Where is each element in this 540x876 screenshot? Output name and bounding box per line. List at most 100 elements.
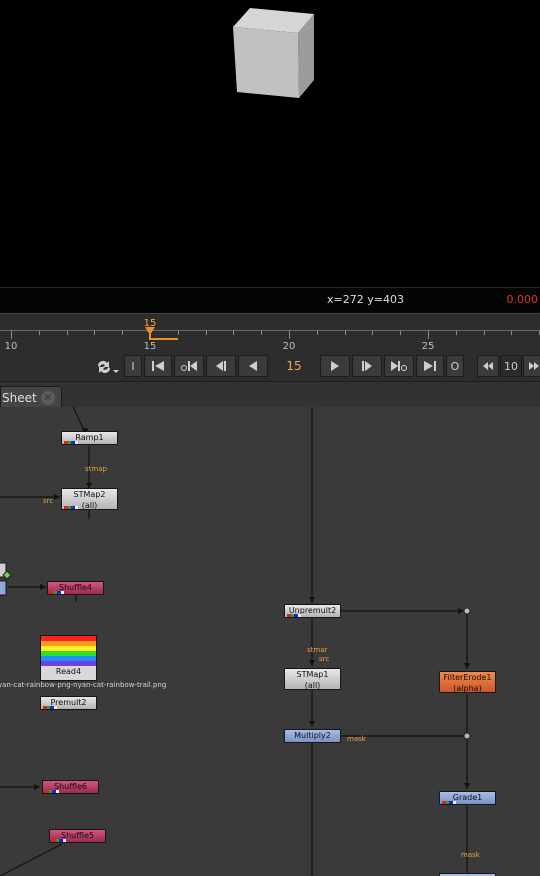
playback-mode-button[interactable] [94, 358, 120, 376]
timeline-tick [122, 330, 123, 335]
node-premult2[interactable]: Premult2 [40, 696, 97, 710]
timeline-ruler[interactable]: 10 15 20 25 15 [0, 313, 540, 353]
timeline-tick [261, 330, 262, 335]
timeline-tick [428, 330, 429, 339]
skip-to-start-icon [152, 361, 164, 371]
timeline-tick [67, 330, 68, 335]
next-frame-button[interactable] [352, 355, 382, 377]
pixel-value: 0.000 [506, 293, 539, 306]
node-stmap1[interactable]: STMap1 (all) [284, 668, 341, 690]
timeline-tick [400, 330, 401, 335]
node-multiply2[interactable]: Multiply2 [284, 729, 341, 743]
node-grade1[interactable]: Grade1 [439, 791, 496, 805]
timeline-tick [456, 330, 457, 335]
node-label: Multiply2 [294, 731, 331, 740]
step-back-increment-button[interactable] [477, 355, 499, 377]
node-sublabel: (all) [304, 681, 321, 690]
rendered-cube-image [233, 8, 314, 98]
pixel-coordinates: x=272 y=403 [327, 293, 404, 306]
node-sublabel: (alpha) [453, 684, 482, 693]
node-ramp1[interactable]: Ramp1 [61, 431, 118, 445]
previous-frame-button[interactable] [206, 355, 236, 377]
channel-indicator [442, 801, 456, 804]
wire-label-stmap: stmap [85, 465, 107, 473]
node-graph[interactable]: stmap src stmar src mask mask Ramp1 STMa… [0, 407, 540, 876]
skip-to-end-icon [424, 361, 436, 371]
node-stmap2[interactable]: STMap2 (all) [61, 488, 118, 510]
timeline-tick [289, 330, 290, 339]
last-frame-button[interactable] [416, 355, 444, 377]
channel-indicator [50, 591, 64, 594]
frame-increment-field[interactable]: 10 [500, 355, 522, 377]
viewer-canvas[interactable] [0, 0, 540, 287]
current-frame-field[interactable]: 15 [270, 355, 318, 377]
first-frame-button[interactable] [144, 355, 172, 377]
wire-label-stmap-2: stmar [307, 646, 328, 654]
timeline-tick [233, 330, 234, 335]
timeline-tick [345, 330, 346, 335]
set-out-point-button[interactable]: O [446, 355, 464, 377]
node-label: Ramp1 [75, 433, 104, 442]
tick-label-20: 20 [282, 341, 296, 352]
node-shuffle6[interactable]: Shuffle6 [42, 780, 99, 794]
node-label: Grade1 [452, 793, 483, 802]
node-unpremult2[interactable]: Unpremult2 [284, 604, 341, 618]
set-in-point-button[interactable]: I [124, 355, 142, 377]
wire-label-mask: mask [347, 735, 366, 743]
timeline-tick [317, 330, 318, 335]
step-forward-increment-button[interactable] [523, 355, 540, 377]
node-label: Read4 [55, 667, 82, 676]
tab-sheet[interactable]: Sheet × [0, 386, 62, 408]
previous-keyframe-button[interactable] [174, 355, 204, 377]
channel-indicator [45, 790, 59, 793]
transport-controls: I 15 O 10 [0, 353, 540, 381]
timeline-tick [94, 330, 95, 335]
close-icon[interactable]: × [41, 391, 55, 405]
wire-label-src: src [43, 497, 54, 505]
increment-value: 10 [504, 359, 518, 373]
channel-indicator [64, 506, 78, 509]
panel-tab-bar: Sheet × [0, 381, 540, 408]
timeline-tick [511, 330, 512, 335]
loop-icon [98, 361, 119, 373]
timeline-tick [372, 330, 373, 335]
play-reverse-icon [249, 361, 257, 371]
play-backward-button[interactable] [238, 355, 268, 377]
viewer-info-bar: x=272 y=403 0.000 [0, 287, 540, 313]
rainbow-thumbnail [41, 636, 96, 666]
channel-indicator [52, 839, 66, 842]
node-read4[interactable]: Read4 [40, 635, 97, 681]
step-forward-icon [362, 361, 372, 371]
timeline-tick [39, 330, 40, 335]
read4-filename: yan-cat-rainbow-png-nyan-cat-rainbow-tra… [0, 681, 167, 689]
tick-label-15: 15 [143, 341, 157, 352]
timeline-track [0, 330, 540, 331]
wire-label-src-2: src [319, 655, 330, 663]
next-keyframe-icon [391, 361, 407, 371]
out-label: O [450, 359, 460, 373]
wire-label-mask-2: mask [461, 851, 480, 859]
next-keyframe-button[interactable] [384, 355, 414, 377]
step-back-icon [216, 361, 226, 371]
previous-keyframe-icon [181, 361, 197, 371]
fast-forward-icon [529, 362, 539, 370]
channel-indicator [64, 441, 78, 444]
timeline-tick [484, 330, 485, 335]
rewind-icon [483, 362, 493, 370]
node-label: FilterErode1 [443, 673, 492, 682]
in-label: I [131, 359, 135, 373]
channel-indicator [287, 614, 301, 617]
node-shuffle5[interactable]: Shuffle5 [49, 829, 106, 843]
play-icon [331, 361, 339, 371]
node-label: STMap1 [296, 670, 329, 679]
timeline-tick [206, 330, 207, 335]
tick-label-10: 10 [4, 341, 18, 352]
playhead-range [150, 338, 178, 340]
timeline-tick [178, 330, 179, 335]
tick-label-25: 25 [421, 341, 435, 352]
timeline-tick [11, 330, 12, 339]
node-shuffle4[interactable]: Shuffle4 [47, 581, 104, 595]
play-forward-button[interactable] [320, 355, 350, 377]
node-filtererode1[interactable]: FilterErode1 (alpha) [439, 671, 496, 693]
tab-label: Sheet [2, 391, 37, 405]
